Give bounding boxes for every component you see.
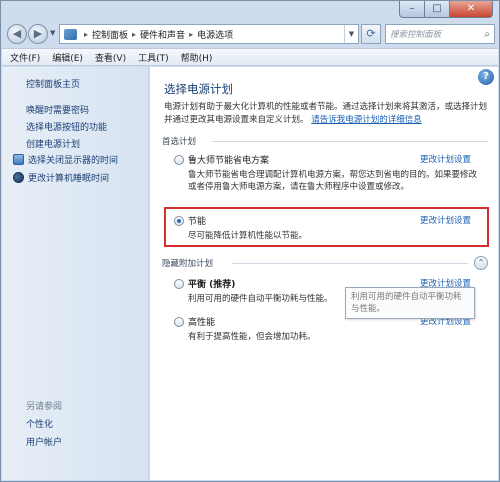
monitor-icon — [13, 154, 24, 165]
sidebar-link-wakeup-password[interactable]: 唤醒时需要密码 — [26, 103, 89, 116]
menu-help[interactable]: 帮助(H) — [181, 51, 213, 64]
menu-bar: 文件(F) 编辑(E) 查看(V) 工具(T) 帮助(H) — [2, 48, 498, 66]
plan-power-saver-radio[interactable] — [174, 215, 184, 226]
menu-edit[interactable]: 编辑(E) — [52, 51, 83, 64]
sidebar-link-label: 选择关闭显示器的时间 — [28, 156, 119, 166]
control-panel-icon — [64, 28, 77, 40]
search-box[interactable]: 搜索控制面板 ⌕ — [385, 24, 495, 44]
sidebar-link-display-off[interactable]: 选择关闭显示器的时间 — [13, 153, 118, 166]
breadcrumb-separator-icon[interactable]: ▸ — [84, 30, 88, 39]
see-also-heading: 另请参阅 — [26, 402, 63, 412]
change-plan-settings-link-ludashi[interactable]: 更改计划设置 — [420, 153, 471, 165]
close-button[interactable]: ✕ — [450, 1, 493, 18]
sidebar-link-create-plan[interactable]: 创建电源计划 — [26, 137, 80, 150]
navigation-bar: ◀ ▶ ▼ ▸ 控制面板 ▸ 硬件和声音 ▸ 电源选项 ▼ ⟳ 搜索控制面板 ⌕ — [5, 22, 495, 46]
plan-name[interactable]: 鲁大师节能省电方案 — [188, 153, 269, 166]
search-icon[interactable]: ⌕ — [484, 29, 494, 40]
hidden-plans-label: 隐藏附加计划 — [162, 259, 214, 269]
maximize-button[interactable]: □ — [425, 1, 450, 18]
plan-description: 尽可能降低计算机性能以节能。 — [188, 231, 308, 241]
control-panel-home-link[interactable]: 控制面板主页 — [26, 77, 80, 90]
control-panel-window: – □ ✕ ◀ ▶ ▼ ▸ 控制面板 ▸ 硬件和声音 ▸ 电源选项 ▼ ⟳ 搜索… — [0, 0, 500, 482]
section-divider — [232, 263, 468, 264]
power-plan-details-link[interactable]: 请告诉我电源计划的详细信息 — [311, 115, 422, 125]
task-pane: 控制面板主页 唤醒时需要密码 选择电源按钮的功能 创建电源计划 选择关闭显示器的… — [2, 67, 149, 480]
plan-name[interactable]: 高性能 — [188, 315, 215, 328]
plan-high-performance-radio[interactable] — [174, 316, 184, 327]
recent-pages-dropdown-icon[interactable]: ▼ — [50, 29, 55, 37]
window-controls: – □ ✕ — [399, 1, 493, 18]
sidebar-link-sleep-time[interactable]: 更改计算机睡眠时间 — [13, 171, 109, 184]
sidebar-link-power-buttons[interactable]: 选择电源按钮的功能 — [26, 120, 107, 133]
sidebar-link-label: 更改计算机睡眠时间 — [28, 174, 110, 184]
plan-description: 鲁大师节能省电合理调配计算机电源方案，帮您达到省电的目的。如果要修改或者停用鲁大… — [188, 170, 478, 192]
plan-name[interactable]: 节能 — [188, 214, 206, 227]
address-dropdown-icon[interactable]: ▼ — [344, 25, 358, 43]
menu-view[interactable]: 查看(V) — [95, 51, 126, 64]
plan-name[interactable]: 平衡 (推荐) — [188, 277, 235, 290]
balanced-plan-tooltip: 利用可用的硬件自动平衡功耗与性能。 — [345, 287, 475, 319]
plan-ludashi-radio[interactable] — [174, 154, 184, 165]
forward-button[interactable]: ▶ — [28, 24, 48, 44]
breadcrumb-power-options[interactable]: 电源选项 — [197, 28, 233, 41]
section-divider — [212, 141, 488, 142]
help-icon[interactable]: ? — [478, 69, 494, 85]
moon-icon — [13, 172, 24, 183]
plan-description: 有利于提高性能，但会增加功耗。 — [188, 332, 316, 342]
minimize-button[interactable]: – — [399, 1, 425, 18]
main-content: ? 选择电源计划 电源计划有助于最大化计算机的性能或者节能。通过选择计划来将其激… — [150, 67, 498, 480]
page-description: 电源计划有助于最大化计算机的性能或者节能。通过选择计划来将其激活，或选择计划并通… — [164, 101, 489, 127]
breadcrumb-control-panel[interactable]: 控制面板 — [92, 28, 128, 41]
breadcrumb-separator-icon[interactable]: ▸ — [132, 30, 136, 39]
plan-balanced-radio[interactable] — [174, 278, 184, 289]
collapse-hidden-plans-button[interactable]: ⌃ — [474, 256, 488, 270]
breadcrumb-separator-icon[interactable]: ▸ — [189, 30, 193, 39]
search-input[interactable]: 搜索控制面板 — [390, 28, 484, 40]
preferred-plans-label: 首选计划 — [162, 137, 197, 147]
menu-tools[interactable]: 工具(T) — [138, 51, 169, 64]
breadcrumb-hardware-sound[interactable]: 硬件和声音 — [140, 28, 185, 41]
change-plan-settings-link-power-saver[interactable]: 更改计划设置 — [420, 214, 471, 226]
sidebar-link-personalization[interactable]: 个性化 — [26, 417, 53, 430]
page-title: 选择电源计划 — [164, 82, 233, 96]
back-button[interactable]: ◀ — [7, 24, 27, 44]
refresh-button[interactable]: ⟳ — [361, 24, 381, 44]
sidebar-link-user-accounts[interactable]: 用户帐户 — [26, 435, 62, 448]
address-bar[interactable]: ▸ 控制面板 ▸ 硬件和声音 ▸ 电源选项 ▼ — [59, 24, 359, 44]
menu-file[interactable]: 文件(F) — [10, 51, 40, 64]
